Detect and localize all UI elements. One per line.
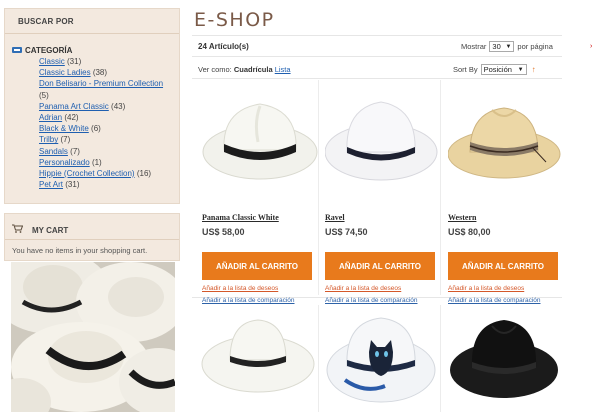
product-card-panama-classic-white: Panama Classic White US$ 58,00 AÑADIR AL… xyxy=(202,92,318,304)
product-image-cat-art-hat[interactable] xyxy=(325,314,443,412)
category-link-pet-art[interactable]: Pet Art xyxy=(39,180,63,189)
cart-title: MY CART xyxy=(32,226,69,235)
product-name[interactable]: Panama Classic White xyxy=(202,213,279,222)
category-list: Classic (31) Classic Ladies (38) Don Bel… xyxy=(39,56,179,190)
product-price: US$ 58,00 xyxy=(202,227,245,237)
category-item: Classic Ladies (38) xyxy=(39,67,179,78)
category-item: Don Belisario - Premium Collection (5) xyxy=(39,78,179,100)
add-to-cart-button[interactable]: AÑADIR AL CARRITO xyxy=(448,252,558,280)
product-image[interactable] xyxy=(202,92,320,182)
category-count: (43) xyxy=(111,101,126,111)
filter-block: BUSCAR POR CATEGORÍA Classic (31) Classi… xyxy=(4,8,180,204)
category-link-don-belisario[interactable]: Don Belisario - Premium Collection xyxy=(39,79,163,88)
category-item: Panama Art Classic (43) xyxy=(39,101,179,112)
add-to-wishlist-link[interactable]: Añadir a la lista de deseos xyxy=(202,285,278,292)
per-page-select[interactable]: 30 ▼ xyxy=(489,41,515,52)
product-card-western: Western US$ 80,00 AÑADIR AL CARRITO Añad… xyxy=(448,92,561,304)
page-limiter: Mostrar 30 ▼ por página xyxy=(461,41,553,52)
category-item: Classic (31) xyxy=(39,56,179,67)
category-label: CATEGORÍA xyxy=(25,45,73,55)
category-count: (16) xyxy=(136,169,152,179)
category-count: (5) xyxy=(39,90,49,100)
view-mode: Ver como: Cuadrícula Lista xyxy=(198,65,291,74)
category-list-icon xyxy=(12,47,22,53)
view-list-link[interactable]: Lista xyxy=(275,65,291,74)
view-grid-active: Cuadrícula xyxy=(233,65,273,74)
category-link-panama-art-classic[interactable]: Panama Art Classic xyxy=(39,102,109,111)
sort-select[interactable]: Posición ▼ xyxy=(480,64,527,75)
category-count: (31) xyxy=(65,180,80,190)
sort-by: Sort By Posición ▼ ↑ xyxy=(453,64,536,75)
divider xyxy=(192,35,562,36)
category-link-adrian[interactable]: Adrian xyxy=(39,113,62,122)
product-price: US$ 80,00 xyxy=(448,227,491,237)
view-label: Ver como: xyxy=(198,65,232,74)
category-item: Trilby (7) xyxy=(39,134,179,145)
chevron-down-icon: ▼ xyxy=(517,66,524,73)
category-count: (1) xyxy=(91,157,102,167)
per-page-value: 30 xyxy=(492,42,501,51)
divider xyxy=(5,33,179,34)
add-to-cart-button[interactable]: AÑADIR AL CARRITO xyxy=(202,252,312,280)
product-card-ravel: Ravel US$ 74,50 AÑADIR AL CARRITO Añadir… xyxy=(325,92,438,304)
per-page-label: por página xyxy=(517,42,553,51)
sort-arrow-icon[interactable]: ↑ xyxy=(532,65,536,74)
add-to-compare-link[interactable]: Añadir a la lista de comparación xyxy=(325,297,418,304)
category-count: (7) xyxy=(60,135,71,145)
product-image[interactable] xyxy=(325,92,443,182)
divider xyxy=(5,239,179,240)
product-name[interactable]: Ravel xyxy=(325,213,345,222)
category-link-personalizado[interactable]: Personalizado xyxy=(39,158,90,167)
cart-icon xyxy=(12,224,23,233)
promo-hats-illustration xyxy=(11,262,175,412)
category-item: Sandals (7) xyxy=(39,146,179,157)
category-link-hippie[interactable]: Hippie (Crochet Collection) xyxy=(39,169,135,178)
product-image-black-fedora[interactable] xyxy=(448,316,566,412)
category-link-classic[interactable]: Classic xyxy=(39,57,65,66)
divider xyxy=(192,78,562,79)
category-count: (38) xyxy=(92,68,108,78)
category-item: Adrian (42) xyxy=(39,112,179,123)
page-title: E-SHOP xyxy=(194,9,275,31)
cart-empty-message: You have no items in your shopping cart. xyxy=(12,246,148,255)
add-to-compare-link[interactable]: Añadir a la lista de comparación xyxy=(448,297,541,304)
show-label: Mostrar xyxy=(461,42,487,51)
category-count: (6) xyxy=(91,124,101,134)
product-image-white-sun-hat[interactable] xyxy=(200,316,318,412)
category-item: Personalizado (1) xyxy=(39,157,179,168)
chevron-down-icon: ▼ xyxy=(505,43,512,50)
product-image[interactable] xyxy=(448,92,566,182)
category-count: (31) xyxy=(67,57,82,66)
category-count: (42) xyxy=(64,113,79,123)
sort-label: Sort By xyxy=(453,65,478,74)
category-link-black-white[interactable]: Black & White xyxy=(39,124,89,133)
divider xyxy=(192,56,562,57)
add-to-wishlist-link[interactable]: Añadir a la lista de deseos xyxy=(325,285,401,292)
pager-arrow-icon[interactable]: › xyxy=(590,43,592,50)
product-price: US$ 74,50 xyxy=(325,227,368,237)
filter-title: BUSCAR POR xyxy=(18,17,74,26)
divider xyxy=(318,305,319,412)
add-to-cart-button[interactable]: AÑADIR AL CARRITO xyxy=(325,252,435,280)
category-header: CATEGORÍA xyxy=(12,45,72,55)
category-item: Black & White (6) xyxy=(39,123,179,134)
item-count: 24 Artículo(s) xyxy=(198,42,249,51)
category-link-trilby[interactable]: Trilby xyxy=(39,135,58,144)
category-link-classic-ladies[interactable]: Classic Ladies xyxy=(39,68,91,77)
category-item: Pet Art (31) xyxy=(39,179,179,190)
cart-block: MY CART You have no items in your shoppi… xyxy=(4,213,180,261)
promo-banner-image[interactable] xyxy=(11,262,175,412)
sort-value: Posición xyxy=(483,65,512,74)
category-item: Hippie (Crochet Collection) (16) xyxy=(39,168,179,179)
category-count: (7) xyxy=(70,146,80,156)
add-to-wishlist-link[interactable]: Añadir a la lista de deseos xyxy=(448,285,524,292)
product-name[interactable]: Western xyxy=(448,213,476,222)
sidebar: BUSCAR POR CATEGORÍA Classic (31) Classi… xyxy=(4,8,180,412)
add-to-compare-link[interactable]: Añadir a la lista de comparación xyxy=(202,297,295,304)
main-content: E-SHOP 24 Artículo(s) Mostrar 30 ▼ por p… xyxy=(192,0,600,412)
category-link-sandals[interactable]: Sandals xyxy=(39,147,68,156)
